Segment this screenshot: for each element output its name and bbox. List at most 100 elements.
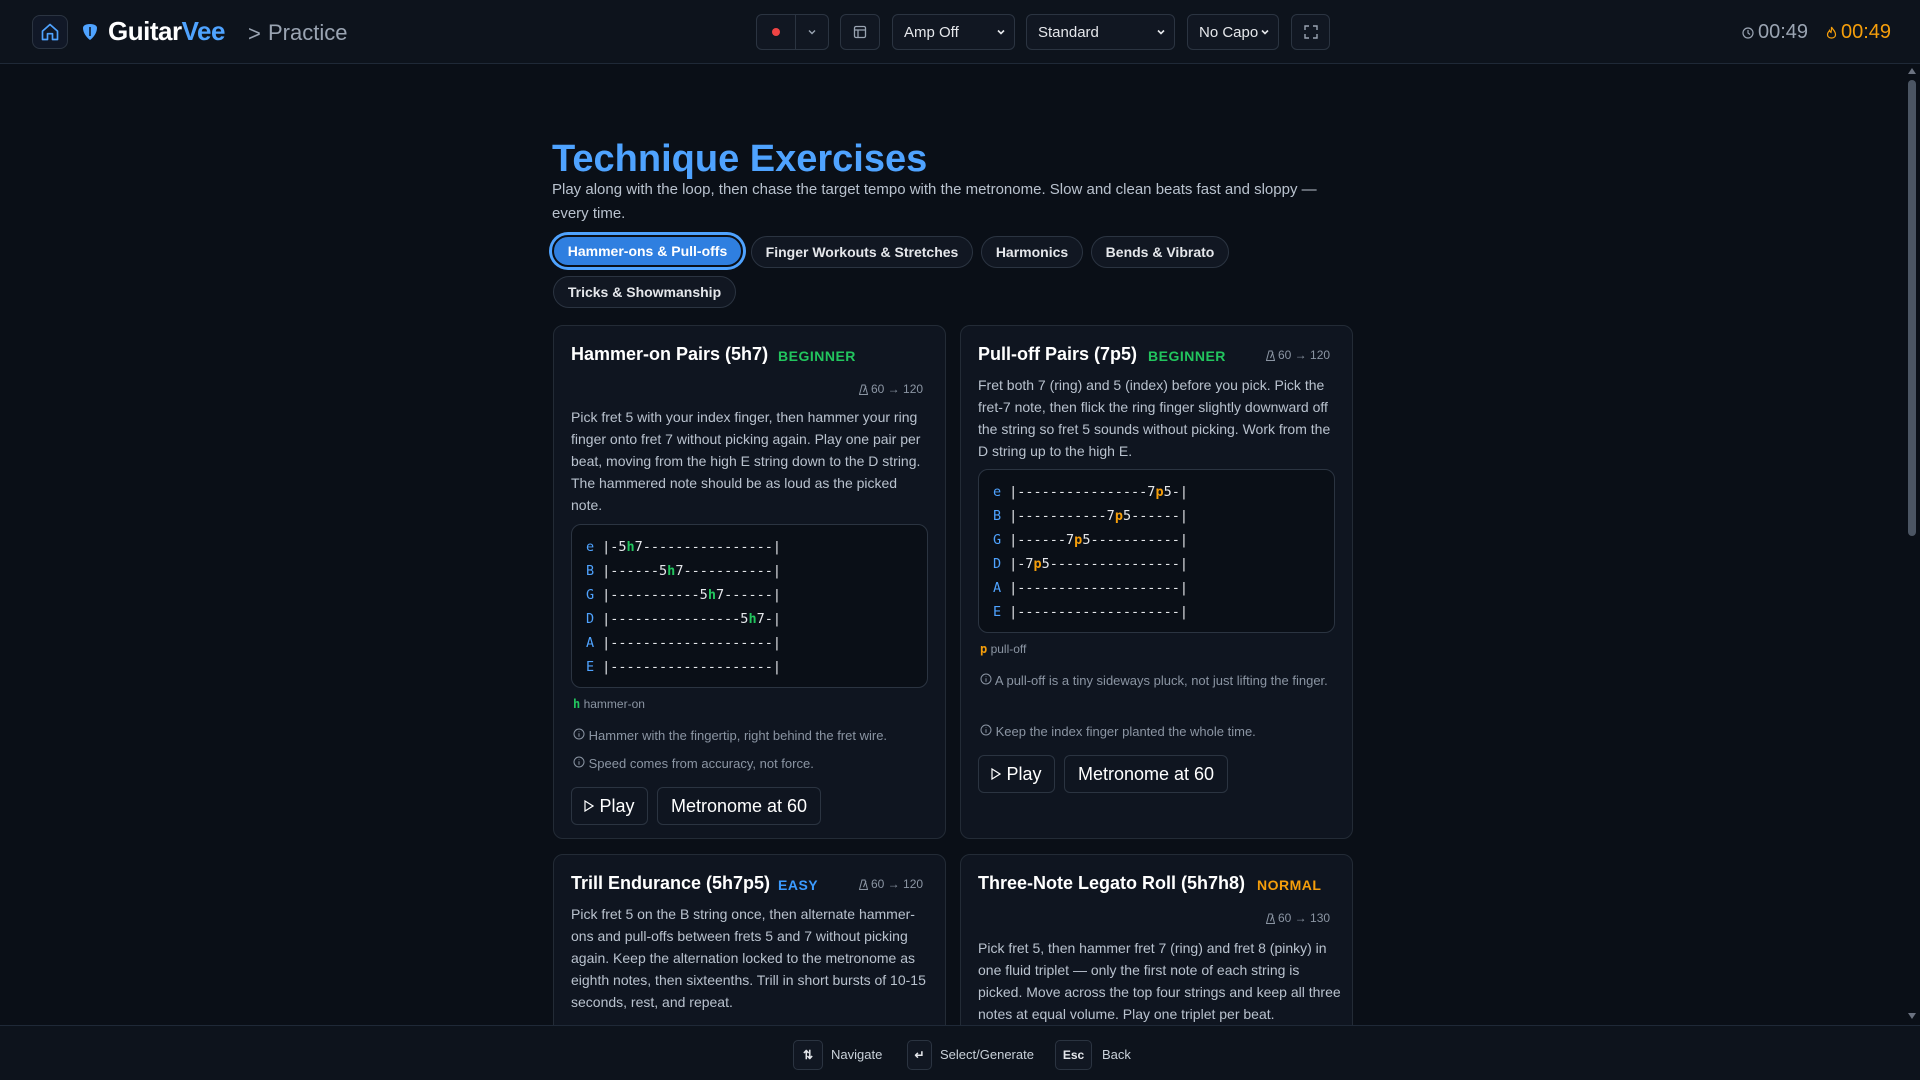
tab-line-a: A |--------------------| (993, 580, 1188, 596)
enter-key: ↵ (907, 1040, 932, 1070)
page-title: Technique Exercises (552, 138, 928, 180)
play-button[interactable]: Play (978, 755, 1055, 793)
tab-bends-vibrato[interactable]: Bends & Vibrato (1091, 236, 1229, 268)
play-button[interactable]: Play (571, 787, 648, 825)
tempo-range: 60 → 120 (1266, 348, 1330, 362)
exercise-title: Three-Note Legato Roll (5h7h8) (978, 873, 1246, 893)
home-button[interactable] (32, 15, 68, 49)
info-icon (980, 673, 992, 685)
metronome-icon (1266, 913, 1275, 924)
metronome-button[interactable]: Metronome at 60 (1064, 755, 1228, 793)
flame-icon (1826, 26, 1837, 39)
tempo-range-value: 60 → 120 (871, 877, 924, 891)
exercise-card: Pull-off Pairs (7p5) BEGINNER 60 → 120 F… (960, 325, 1353, 839)
tab-line-b: B |-----------7p5------| (993, 508, 1188, 524)
tab-hammer-ons-pull-offs[interactable]: Hammer-ons & Pull-offs (552, 235, 743, 267)
amp-select[interactable]: Amp Off (892, 14, 1015, 50)
home-icon (41, 23, 59, 41)
clock-icon (1742, 26, 1754, 39)
session-timer: 00:49 (1742, 21, 1808, 44)
tuning-select[interactable]: Standard (1026, 14, 1175, 50)
exercise-description: Pick fret 5 with your index finger, then… (571, 409, 921, 513)
layout-icon (853, 25, 867, 39)
app-brand[interactable]: GuitarVee (108, 16, 225, 47)
difficulty-badge: BEGINNER (778, 348, 856, 364)
scroll-up-arrow[interactable] (1908, 68, 1916, 74)
capo-select-value: No Capo (1199, 23, 1259, 41)
tab-line-d: D |----------------5h7-| (586, 611, 781, 627)
tempo-range-value: 60 → 120 (1278, 348, 1331, 362)
tab-line-e: e |----------------7p5-| (993, 484, 1188, 500)
tempo-range: 60 → 120 (859, 382, 923, 396)
streak-timer: 00:49 (1826, 21, 1891, 44)
select-hint: Select/Generate (940, 1047, 1034, 1062)
chevron-down-icon (808, 30, 816, 35)
guitar-pick-icon (83, 24, 97, 40)
metronome-icon (859, 879, 868, 890)
tab-line-g: G |------7p5-----------| (993, 532, 1188, 548)
top-bar: GuitarVee > Practice Amp Off Standard No… (0, 0, 1920, 64)
difficulty-badge: EASY (778, 877, 819, 893)
chevron-down-icon (997, 29, 1005, 35)
capo-select[interactable]: No Capo (1187, 14, 1279, 50)
exercise-tip: Hammer with the fingertip, right behind … (573, 724, 887, 748)
record-options-button[interactable] (795, 14, 829, 50)
scroll-down-arrow[interactable] (1908, 1013, 1916, 1019)
exercise-tip: Speed comes from accuracy, not force. (573, 752, 814, 776)
navigate-key: ⇅ (793, 1040, 823, 1070)
exercise-tip: Keep the index finger planted the whole … (980, 720, 1256, 744)
chevron-down-icon (1157, 29, 1165, 35)
breadcrumb-separator: > (248, 21, 261, 46)
tab-line-e: e |-5h7----------------| (586, 539, 781, 555)
exercise-description: Pick fret 5 on the B string once, then a… (571, 906, 926, 1010)
page-subtitle: Play along with the loop, then chase the… (552, 181, 1317, 222)
fullscreen-button[interactable] (1291, 14, 1330, 50)
record-button[interactable] (756, 14, 796, 50)
metronome-button[interactable]: Metronome at 60 (657, 787, 821, 825)
tempo-range: 60 → 130 (1266, 911, 1330, 925)
tab-harmonics[interactable]: Harmonics (981, 236, 1083, 268)
info-icon (573, 728, 585, 740)
amp-select-value: Amp Off (904, 23, 959, 41)
exercise-card: Hammer-on Pairs (5h7) BEGINNER 60 → 120 … (553, 325, 946, 839)
layout-toggle-button[interactable] (840, 14, 880, 50)
breadcrumb-current: Practice (268, 20, 348, 45)
tab-finger-workouts[interactable]: Finger Workouts & Stretches (751, 236, 973, 268)
escape-key: Esc (1055, 1040, 1092, 1070)
tempo-range: 60 → 120 (859, 877, 923, 891)
keyboard-hints-bar: ⇅ Navigate ↵ Select/Generate Esc Back (0, 1025, 1920, 1080)
tuning-select-value: Standard (1038, 23, 1099, 41)
scrollbar-thumb[interactable] (1908, 80, 1916, 536)
exercise-description: Fret both 7 (ring) and 5 (index) before … (978, 377, 1331, 459)
exercise-title: Pull-off Pairs (7p5) (978, 344, 1138, 364)
tab-tricks-showmanship[interactable]: Tricks & Showmanship (553, 276, 736, 308)
tab-line-b: B |------5h7-----------| (586, 563, 781, 579)
info-icon (573, 756, 585, 768)
tab-line-d: D |-7p5----------------| (993, 556, 1188, 572)
tablature: e |----------------7p5-| B |-----------7p5… (978, 469, 1335, 633)
exercise-tip: A pull-off is a tiny sideways pluck, not… (980, 669, 1340, 693)
tab-legend: h hammer-on (573, 697, 645, 711)
session-timer-value: 00:49 (1758, 21, 1809, 43)
tab-line-low-e: E |--------------------| (586, 659, 781, 675)
fullscreen-icon (1303, 25, 1318, 39)
difficulty-badge: BEGINNER (1148, 348, 1226, 364)
chevron-down-icon (1261, 29, 1269, 35)
back-hint: Back (1102, 1047, 1131, 1062)
navigate-hint: Navigate (831, 1047, 883, 1062)
record-icon (772, 28, 780, 36)
tab-line-a: A |--------------------| (586, 635, 781, 651)
info-icon (980, 724, 992, 736)
tab-line-low-e: E |--------------------| (993, 604, 1188, 620)
metronome-icon (859, 384, 868, 395)
tab-legend: p pull-off (980, 642, 1027, 656)
tempo-range-value: 60 → 130 (1278, 911, 1331, 925)
exercise-title: Hammer-on Pairs (5h7) (571, 344, 769, 364)
streak-timer-value: 00:49 (1841, 21, 1892, 43)
play-icon (584, 800, 595, 812)
play-icon (991, 768, 1002, 780)
metronome-icon (1266, 350, 1275, 361)
tempo-range-value: 60 → 120 (871, 382, 924, 396)
exercise-title: Trill Endurance (5h7p5) (571, 873, 771, 893)
tab-line-g: G |-----------5h7------| (586, 587, 781, 603)
